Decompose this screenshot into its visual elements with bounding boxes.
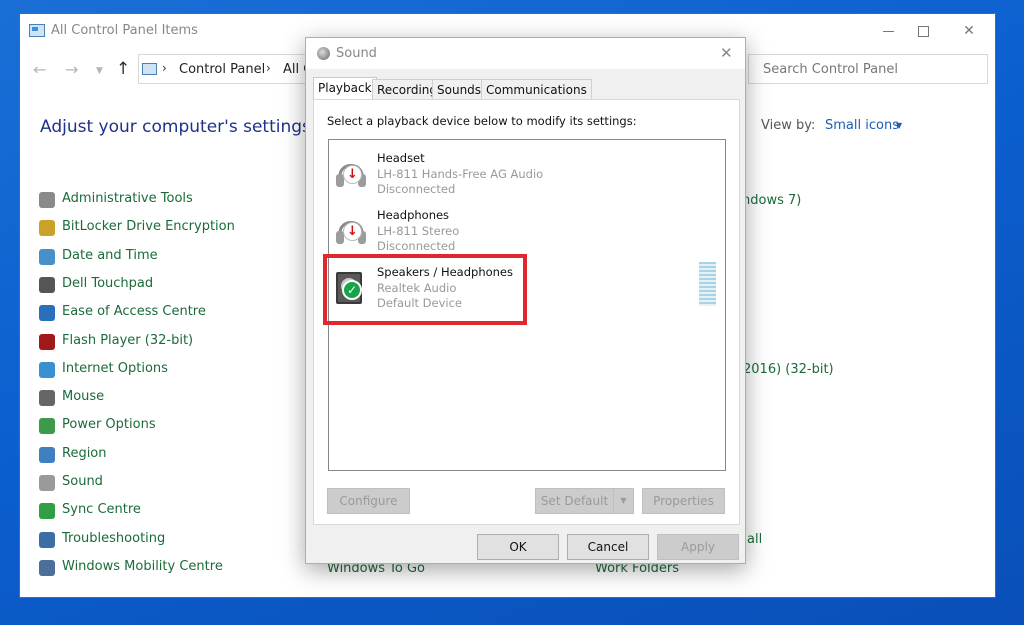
tab-playback[interactable]: Playback bbox=[313, 77, 377, 101]
set-default-dropdown-icon[interactable]: ▼ bbox=[613, 488, 634, 514]
view-by-label: View by: bbox=[761, 118, 816, 133]
tab-sounds[interactable]: Sounds bbox=[432, 79, 487, 100]
list-item-label: BitLocker Drive Encryption bbox=[62, 219, 235, 234]
page-title: Adjust your computer's settings bbox=[40, 117, 311, 137]
list-item-label: Flash Player (32-bit) bbox=[62, 333, 194, 348]
control-panel-icon bbox=[142, 63, 157, 75]
list-item-label: Ease of Access Centre bbox=[62, 304, 206, 319]
date-time-icon bbox=[39, 249, 55, 265]
playback-panel: Select a playback device below to modify… bbox=[313, 99, 740, 525]
volume-level-meter bbox=[699, 262, 716, 306]
chevron-right-icon[interactable]: › bbox=[162, 61, 167, 75]
list-item-label: Sync Centre bbox=[62, 502, 141, 517]
list-item-label: Troubleshooting bbox=[62, 531, 166, 546]
set-default-button[interactable]: Set Default bbox=[535, 488, 614, 514]
instruction-text: Select a playback device below to modify… bbox=[327, 114, 637, 128]
device-name: Headset bbox=[377, 151, 425, 165]
power-options-icon bbox=[39, 418, 55, 434]
device-item-headset[interactable]: ↓ Headset LH-811 Hands-Free AG Audio Dis… bbox=[329, 142, 725, 199]
ok-button[interactable]: OK bbox=[477, 534, 559, 560]
search-placeholder: Search Control Panel bbox=[763, 62, 898, 77]
list-item-label: Dell Touchpad bbox=[62, 276, 154, 291]
ease-of-access-icon bbox=[39, 305, 55, 321]
address-bar[interactable]: › Control Panel › All C bbox=[138, 54, 312, 84]
back-arrow-icon[interactable]: ← bbox=[33, 60, 46, 79]
device-list[interactable]: ↓ Headset LH-811 Hands-Free AG Audio Dis… bbox=[323, 139, 726, 471]
up-arrow-icon[interactable]: ↑ bbox=[116, 59, 130, 79]
maximize-icon bbox=[917, 25, 929, 37]
dialog-title: Sound bbox=[336, 46, 377, 61]
speaker-icon bbox=[317, 47, 330, 60]
dialog-title-bar[interactable]: Sound ✕ bbox=[306, 38, 745, 69]
region-icon bbox=[39, 447, 55, 463]
list-item-label: Internet Options bbox=[62, 361, 168, 376]
minimize-icon bbox=[882, 30, 894, 32]
internet-options-icon bbox=[39, 362, 55, 378]
close-button[interactable]: ✕ bbox=[946, 14, 992, 48]
recent-locations-chevron-icon[interactable]: ▼ bbox=[96, 66, 103, 76]
mobility-centre-icon bbox=[39, 560, 55, 576]
device-status: Disconnected bbox=[377, 239, 456, 253]
highlight-box bbox=[323, 254, 527, 325]
list-item-label: Administrative Tools bbox=[62, 191, 193, 206]
control-panel-icon bbox=[29, 24, 45, 37]
maximize-button[interactable] bbox=[900, 14, 946, 48]
touchpad-icon bbox=[39, 277, 55, 293]
flash-player-icon bbox=[39, 334, 55, 350]
forward-arrow-icon[interactable]: → bbox=[65, 60, 78, 79]
bitlocker-icon bbox=[39, 220, 55, 236]
list-item-label: Power Options bbox=[62, 417, 156, 432]
device-name: Headphones bbox=[377, 208, 450, 222]
sync-centre-icon bbox=[39, 503, 55, 519]
list-item-windows7-partial[interactable]: ndows 7) bbox=[742, 193, 801, 208]
apply-button[interactable]: Apply bbox=[657, 534, 739, 560]
disconnected-arrow-icon: ↓ bbox=[343, 222, 362, 241]
view-by-dropdown[interactable]: Small icons bbox=[825, 118, 899, 133]
chevron-right-icon[interactable]: › bbox=[266, 61, 271, 75]
configure-button[interactable]: Configure bbox=[327, 488, 410, 514]
tab-communications[interactable]: Communications bbox=[481, 79, 592, 100]
sound-icon bbox=[39, 475, 55, 491]
list-item-label: Date and Time bbox=[62, 248, 158, 263]
search-input[interactable]: Search Control Panel bbox=[748, 54, 988, 84]
properties-button[interactable]: Properties bbox=[642, 488, 725, 514]
list-item-office-partial[interactable]: 2016) (32-bit) bbox=[743, 362, 834, 377]
device-description: LH-811 Hands-Free AG Audio bbox=[377, 167, 544, 181]
list-item-label: Windows Mobility Centre bbox=[62, 559, 223, 574]
troubleshooting-icon bbox=[39, 532, 55, 548]
device-description: LH-811 Stereo bbox=[377, 224, 460, 238]
cancel-button[interactable]: Cancel bbox=[567, 534, 649, 560]
device-status: Disconnected bbox=[377, 182, 456, 196]
list-item-label: Region bbox=[62, 446, 107, 461]
list-item-label: Sound bbox=[62, 474, 103, 489]
device-item-headphones[interactable]: ↓ Headphones LH-811 Stereo Disconnected bbox=[329, 199, 725, 256]
chevron-down-icon[interactable]: ▼ bbox=[896, 121, 902, 130]
sound-dialog: Sound ✕ Playback Recording Sounds Commun… bbox=[305, 37, 746, 564]
list-item-partial[interactable]: all bbox=[747, 532, 762, 547]
list-item-label: Mouse bbox=[62, 389, 105, 404]
mouse-icon bbox=[39, 390, 55, 406]
disconnected-arrow-icon: ↓ bbox=[343, 165, 362, 184]
administrative-tools-icon bbox=[39, 192, 55, 208]
close-icon[interactable]: ✕ bbox=[720, 44, 733, 62]
breadcrumb-control-panel[interactable]: Control Panel bbox=[179, 62, 265, 77]
window-title: All Control Panel Items bbox=[51, 23, 198, 38]
